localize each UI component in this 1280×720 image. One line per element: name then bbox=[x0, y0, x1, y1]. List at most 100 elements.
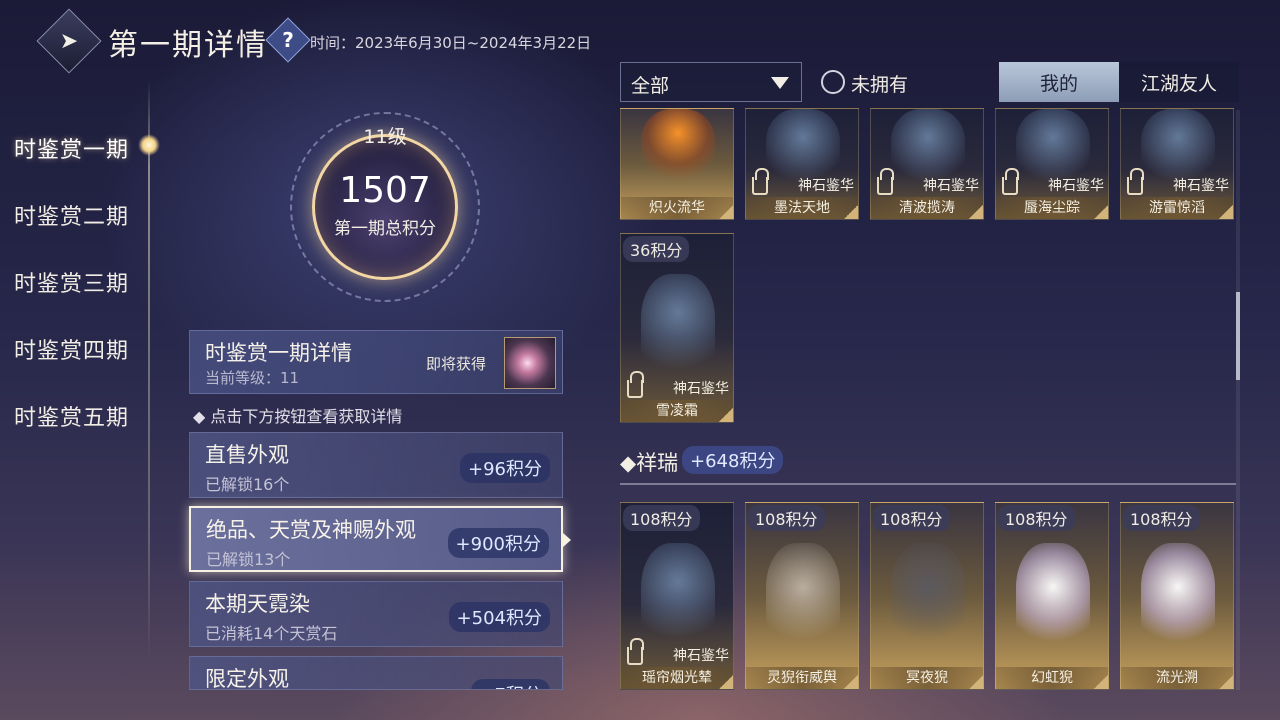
section-divider bbox=[620, 483, 1236, 485]
category-sub: 已消耗14个天赏石 bbox=[205, 624, 338, 643]
upcoming-reward-label: 即将获得 bbox=[426, 355, 487, 373]
help-button[interactable]: ? bbox=[265, 17, 311, 63]
selected-arrow-icon bbox=[563, 533, 571, 547]
lock-icon bbox=[627, 638, 644, 665]
outfit-badge: 神石鉴华 bbox=[1173, 178, 1229, 194]
lock-icon bbox=[877, 168, 894, 195]
mount-name: 冥夜猊 bbox=[871, 667, 983, 689]
lock-icon bbox=[1127, 168, 1144, 195]
not-owned-label: 未拥有 bbox=[851, 74, 909, 96]
ownership-filter-dropdown[interactable]: 全部 bbox=[620, 62, 802, 102]
outfit-name: 炽火流华 bbox=[621, 197, 733, 219]
mount-item[interactable]: 108积分 灵猊衔威舆 bbox=[745, 502, 859, 690]
mount-art bbox=[891, 543, 965, 653]
outfit-badge: 神石鉴华 bbox=[923, 178, 979, 194]
outfit-item[interactable]: 神石鉴华 游雷惊滔 bbox=[1120, 108, 1234, 220]
outfit-name: 蜃海尘踪 bbox=[996, 197, 1108, 219]
mount-item[interactable]: 108积分 幻虹猊 bbox=[995, 502, 1109, 690]
corner-ornament-icon bbox=[719, 205, 733, 219]
mount-item[interactable]: 108积分 冥夜猊 bbox=[870, 502, 984, 690]
section-points: +648积分 bbox=[682, 446, 784, 474]
corner-ornament-icon bbox=[719, 408, 733, 422]
tab-mine[interactable]: 我的 bbox=[999, 62, 1119, 102]
category-points: +7积分 bbox=[471, 679, 550, 689]
current-level-text: 当前等级：11 bbox=[205, 369, 300, 387]
outfit-badge: 神石鉴华 bbox=[798, 178, 854, 194]
page-title: 第一期详情 bbox=[108, 28, 268, 63]
mount-art bbox=[1141, 543, 1215, 653]
upcoming-reward-thumbnail[interactable] bbox=[504, 337, 556, 389]
corner-ornament-icon bbox=[1219, 205, 1233, 219]
lock-icon bbox=[1002, 168, 1019, 195]
outfit-art bbox=[641, 274, 715, 384]
corner-ornament-icon bbox=[1219, 675, 1233, 689]
mount-art bbox=[641, 543, 715, 653]
chevron-down-icon bbox=[771, 77, 789, 89]
hint-text: ◆ 点击下方按钮查看获取详情 bbox=[193, 407, 403, 426]
category-sub: 已解锁13个 bbox=[206, 550, 291, 569]
outfit-badge: 神石鉴华 bbox=[1048, 178, 1104, 194]
mount-item[interactable]: 108积分 流光溯 bbox=[1120, 502, 1234, 690]
grid-scroll-thumb[interactable] bbox=[1236, 292, 1240, 380]
lock-icon bbox=[627, 371, 644, 398]
corner-ornament-icon bbox=[969, 675, 983, 689]
side-tab-period-4[interactable]: 时鉴赏四期 bbox=[14, 333, 129, 365]
question-mark-icon: ? bbox=[282, 28, 294, 52]
mount-art bbox=[1016, 543, 1090, 653]
mount-points: 108积分 bbox=[748, 505, 825, 531]
outfit-item[interactable]: 炽火流华 bbox=[620, 108, 734, 220]
category-title: 直售外观 bbox=[205, 443, 289, 467]
active-tab-glow-icon bbox=[138, 134, 160, 156]
score-total: 1507 bbox=[339, 170, 431, 211]
mount-art bbox=[766, 543, 840, 653]
period-detail-card: 时鉴赏一期详情 当前等级：11 即将获得 bbox=[189, 330, 563, 394]
mount-badge: 神石鉴华 bbox=[673, 648, 729, 664]
side-tab-period-3[interactable]: 时鉴赏三期 bbox=[14, 266, 129, 298]
not-owned-radio[interactable] bbox=[821, 70, 845, 94]
outfit-points: 36积分 bbox=[623, 236, 690, 262]
outfit-item[interactable]: 神石鉴华 清波揽涛 bbox=[870, 108, 984, 220]
mount-points: 108积分 bbox=[998, 505, 1075, 531]
category-title: 本期天霓染 bbox=[205, 592, 310, 616]
mount-name: 瑶帘烟光辇 bbox=[621, 667, 733, 689]
side-tab-period-1[interactable]: 时鉴赏一期 bbox=[14, 132, 129, 164]
period-time-text: 时间：2023年6月30日~2024年3月22日 bbox=[310, 34, 592, 52]
outfit-name: 游雷惊滔 bbox=[1121, 197, 1233, 219]
mount-points: 108积分 bbox=[1123, 505, 1200, 531]
tab-friends[interactable]: 江湖友人 bbox=[1119, 62, 1239, 102]
corner-ornament-icon bbox=[719, 675, 733, 689]
outfit-item[interactable]: 神石鉴华 墨法天地 bbox=[745, 108, 859, 220]
section-title-auspicious: ◆祥瑞 bbox=[620, 451, 679, 475]
outfit-art bbox=[641, 109, 715, 189]
category-points: +900积分 bbox=[447, 528, 549, 558]
mount-points: 108积分 bbox=[873, 505, 950, 531]
side-tab-period-5[interactable]: 时鉴赏五期 bbox=[14, 400, 129, 432]
category-direct-sale[interactable]: 直售外观 已解锁16个 +96积分 bbox=[189, 432, 563, 498]
back-logo-button[interactable]: ➤ bbox=[36, 8, 102, 74]
category-points: +96积分 bbox=[460, 453, 550, 483]
lock-icon bbox=[752, 168, 769, 195]
category-title: 绝品、天赏及神赐外观 bbox=[206, 518, 416, 542]
category-premium-outfits[interactable]: 绝品、天赏及神赐外观 已解锁13个 +900积分 bbox=[189, 506, 563, 572]
outfit-name: 雪凌霜 bbox=[621, 400, 733, 422]
outfit-name: 墨法天地 bbox=[746, 197, 858, 219]
score-caption: 第一期总积分 bbox=[334, 219, 436, 239]
detail-title: 时鉴赏一期详情 bbox=[205, 341, 352, 365]
category-dye[interactable]: 本期天霓染 已消耗14个天赏石 +504积分 bbox=[189, 581, 563, 647]
side-divider bbox=[148, 80, 150, 660]
corner-ornament-icon bbox=[1094, 675, 1108, 689]
score-ring: 11级 1507 第一期总积分 bbox=[290, 112, 480, 302]
outfit-item[interactable]: 36积分 神石鉴华 雪凌霜 bbox=[620, 233, 734, 423]
outfit-name: 清波揽涛 bbox=[871, 197, 983, 219]
category-sub: 已解锁16个 bbox=[205, 475, 290, 494]
outfit-item[interactable]: 神石鉴华 蜃海尘踪 bbox=[995, 108, 1109, 220]
mount-name: 流光溯 bbox=[1121, 667, 1233, 689]
mount-item[interactable]: 108积分 神石鉴华 瑶帘烟光辇 bbox=[620, 502, 734, 690]
dropdown-value: 全部 bbox=[631, 75, 670, 97]
grid-scroll-track[interactable] bbox=[1236, 110, 1240, 690]
corner-ornament-icon bbox=[844, 205, 858, 219]
side-tab-period-2[interactable]: 时鉴赏二期 bbox=[14, 199, 129, 231]
score-level: 11级 bbox=[363, 126, 407, 148]
mount-name: 灵猊衔威舆 bbox=[746, 667, 858, 689]
category-limited[interactable]: 限定外观 +7积分 bbox=[189, 656, 563, 690]
